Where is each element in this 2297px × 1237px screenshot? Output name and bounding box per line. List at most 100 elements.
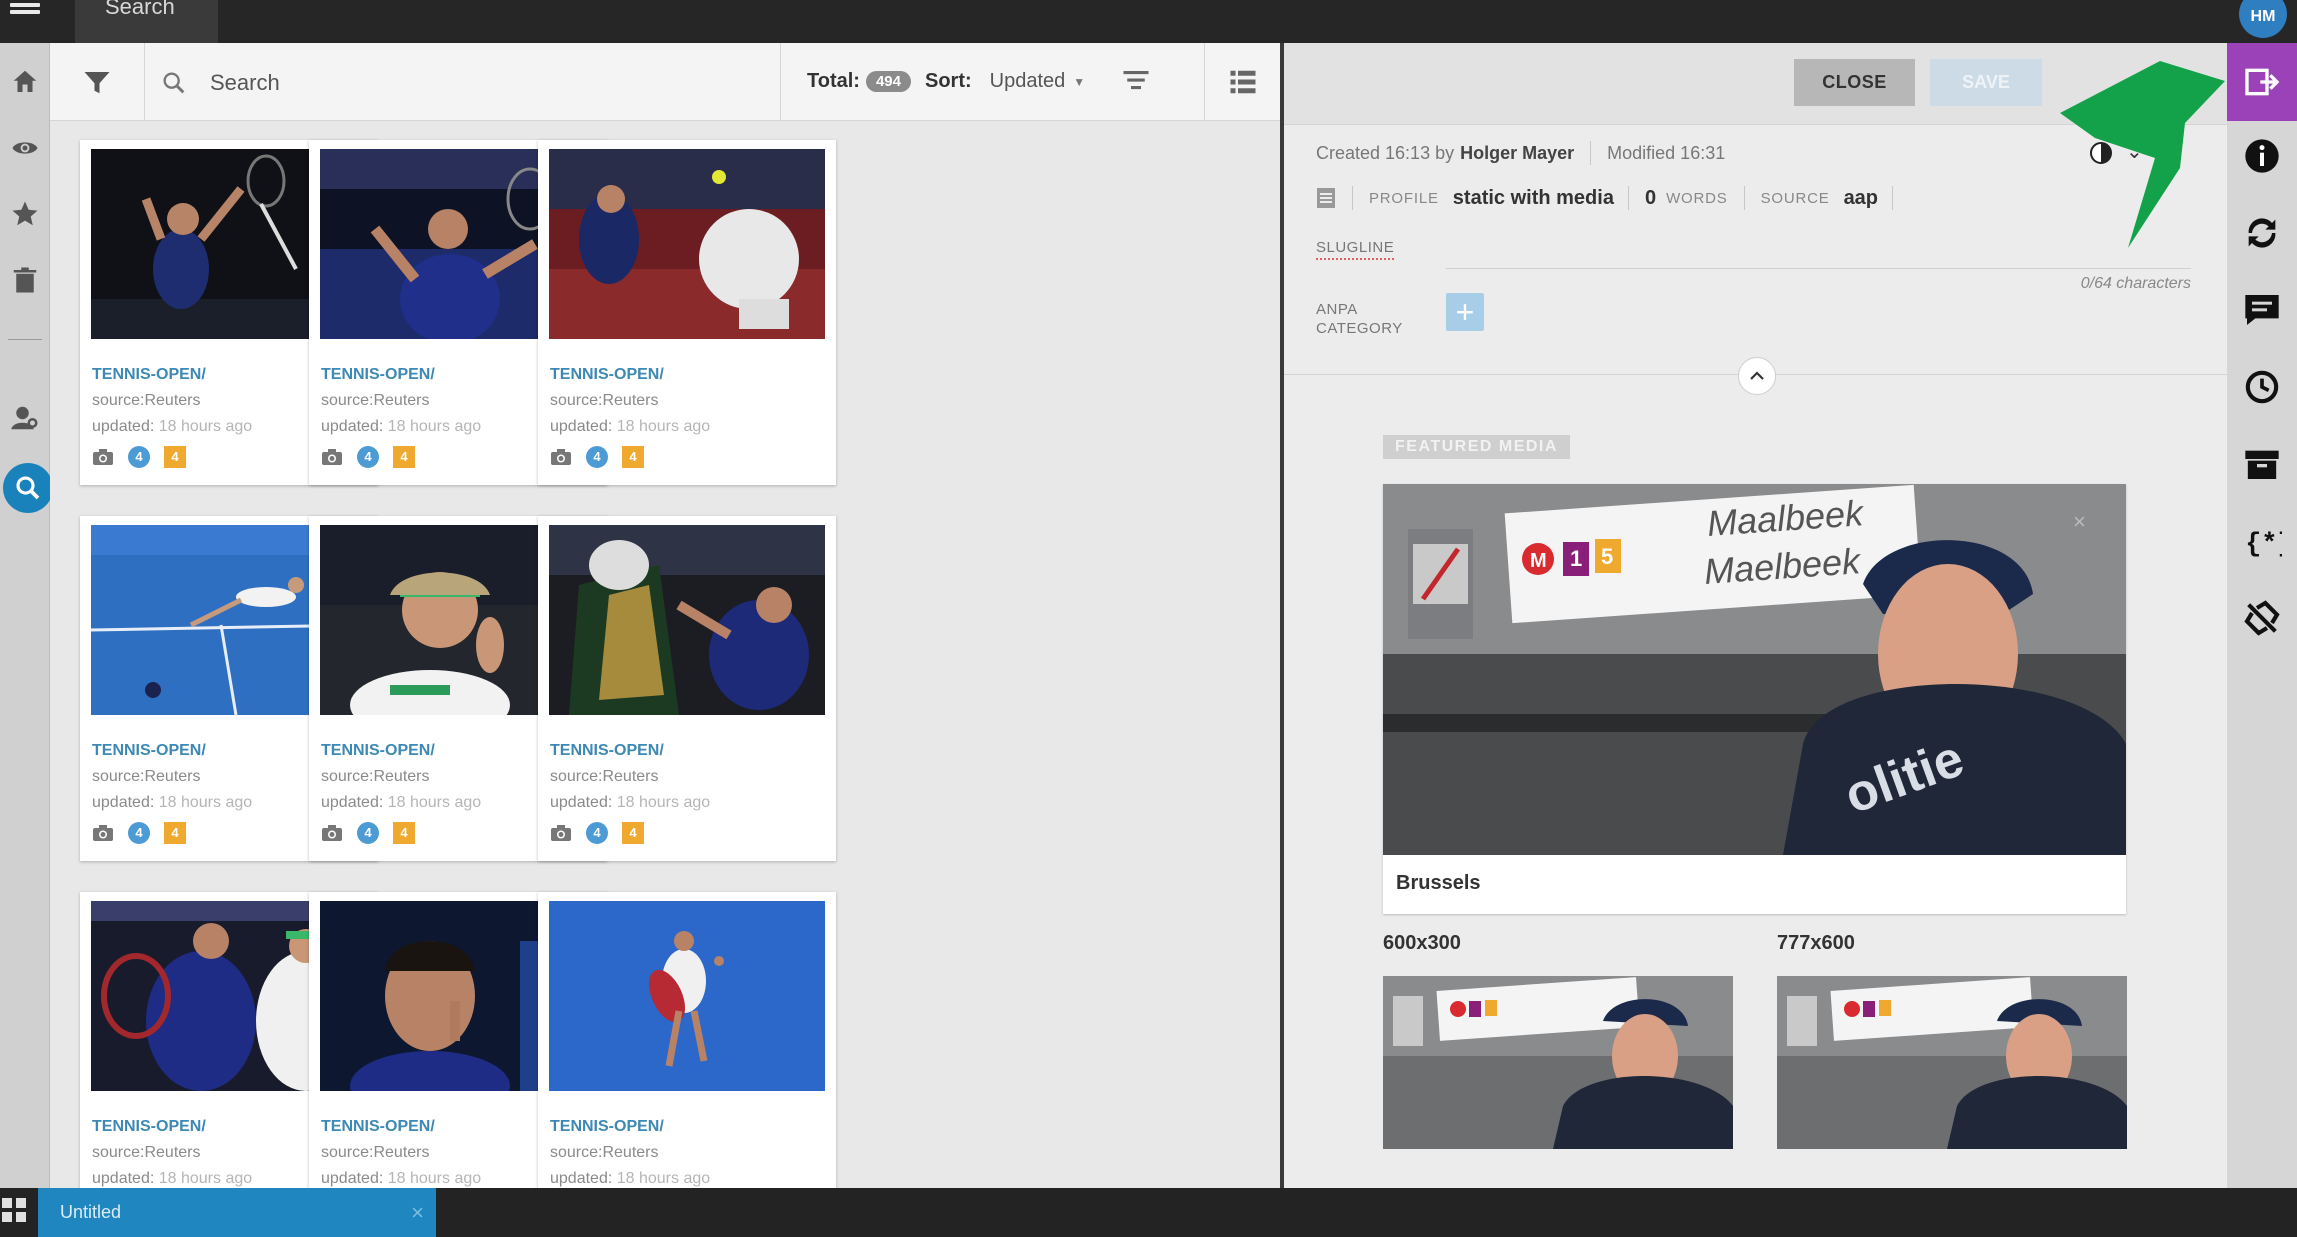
- chevron-down-icon[interactable]: ▼: [1073, 75, 1085, 89]
- sort-label: Sort:: [924, 70, 972, 92]
- camera-icon: [93, 449, 113, 465]
- created-by[interactable]: Holger Mayer: [1460, 143, 1574, 164]
- card-source: source:Reuters: [550, 1144, 659, 1161]
- card-slugline: TENNIS-OPEN/: [321, 366, 435, 383]
- updated-ago: 18 hours ago: [158, 418, 253, 435]
- priority-badge: 4: [393, 822, 415, 844]
- eye-icon[interactable]: [4, 127, 46, 169]
- card-source: source:Reuters: [321, 392, 430, 409]
- info-icon[interactable]: [2237, 131, 2287, 181]
- card-source: source:Reuters: [550, 392, 659, 409]
- hamburger-menu-icon[interactable]: [10, 0, 40, 20]
- save-button[interactable]: SAVE: [1930, 59, 2042, 106]
- home-icon[interactable]: [4, 61, 46, 103]
- bottom-bar: Untitled ×: [0, 1188, 2297, 1237]
- thumbnail-image: [549, 525, 825, 715]
- featured-media-card[interactable]: M 1 5 Maalbeek Maelbeek olitie × Brussel…: [1383, 484, 2126, 914]
- result-card[interactable]: TENNIS-OPEN/ source:Reuters updated: 18 …: [538, 516, 836, 861]
- search-input[interactable]: Search: [160, 63, 760, 103]
- updated-ago: 18 hours ago: [387, 794, 482, 811]
- separator: [1627, 186, 1629, 210]
- apps-grid-icon[interactable]: [2, 1198, 26, 1222]
- archive-icon[interactable]: [2237, 439, 2287, 489]
- card-slugline: TENNIS-OPEN/: [321, 1118, 435, 1135]
- priority-badge: 4: [393, 446, 415, 468]
- urgency-badge: 4: [357, 822, 379, 844]
- nav-separator: [8, 339, 42, 340]
- crop-image-777x600[interactable]: [1777, 976, 2127, 1149]
- profile-row: PROFILE static with media 0 WORDS SOURCE…: [1316, 186, 1909, 210]
- urgency-badge: 4: [357, 446, 379, 468]
- filter-button[interactable]: [50, 43, 145, 120]
- card-icons: 4 4: [321, 822, 415, 844]
- card-slugline: TENNIS-OPEN/: [92, 742, 206, 759]
- crop-image-600x300[interactable]: [1383, 976, 1733, 1149]
- updated-label: updated:: [550, 1170, 613, 1187]
- card-slugline: TENNIS-OPEN/: [321, 742, 435, 759]
- anpa-category-label: ANPA CATEGORY: [1316, 300, 1403, 338]
- camera-icon: [93, 825, 113, 841]
- updated-label: updated:: [92, 794, 155, 811]
- camera-icon: [322, 825, 342, 841]
- separator: [1892, 186, 1894, 210]
- search-nav-icon[interactable]: [3, 463, 53, 513]
- profile-label: PROFILE: [1369, 189, 1439, 207]
- trash-icon[interactable]: [4, 259, 46, 301]
- pointer-arrow-graphic: [2060, 61, 2225, 248]
- camera-icon: [551, 449, 571, 465]
- comments-icon[interactable]: [2237, 285, 2287, 335]
- card-updated: updated: 18 hours ago: [92, 794, 252, 812]
- urgency-badge: 4: [586, 822, 608, 844]
- priority-badge: 4: [622, 822, 644, 844]
- list-view-icon[interactable]: [1204, 43, 1281, 120]
- slugline-input[interactable]: [1446, 268, 2191, 269]
- filter-icon: [84, 71, 110, 93]
- updated-ago: 18 hours ago: [387, 418, 482, 435]
- result-card[interactable]: TENNIS-OPEN/ source:Reuters updated: 18 …: [538, 892, 836, 1188]
- svg-text:×: ×: [2073, 509, 2086, 534]
- user-avatar[interactable]: HM: [2239, 0, 2287, 38]
- updated-label: updated:: [92, 418, 155, 435]
- updated-ago: 18 hours ago: [616, 1170, 711, 1187]
- camera-icon: [322, 449, 342, 465]
- updated-label: updated:: [550, 418, 613, 435]
- close-tab-icon[interactable]: ×: [411, 1188, 424, 1237]
- collapse-header-button[interactable]: [1738, 357, 1776, 395]
- macros-icon[interactable]: {*}: [2237, 516, 2287, 566]
- updated-label: updated:: [550, 794, 613, 811]
- urgency-badge: 4: [128, 822, 150, 844]
- top-search-button[interactable]: Search: [75, 0, 218, 43]
- sort-order-icon[interactable]: [1116, 61, 1156, 101]
- profile-value[interactable]: static with media: [1453, 187, 1614, 210]
- character-count: 0/64 characters: [2080, 275, 2191, 292]
- card-slugline: TENNIS-OPEN/: [550, 1118, 664, 1135]
- card-icons: 4 4: [321, 446, 415, 468]
- crop-label-777x600: 777x600: [1777, 932, 1855, 954]
- svg-text:{*}: {*}: [2245, 530, 2282, 560]
- history-icon[interactable]: [2237, 362, 2287, 412]
- result-card[interactable]: TENNIS-OPEN/ source:Reuters updated: 18 …: [538, 140, 836, 485]
- station-sign-1: 1: [1570, 546, 1582, 571]
- close-button[interactable]: CLOSE: [1794, 59, 1915, 106]
- crop-label-600x300: 600x300: [1383, 932, 1461, 954]
- priority-badge: 4: [164, 822, 186, 844]
- search-results-grid: TENNIS-OPEN/ source:Reuters updated: 18 …: [50, 121, 1280, 1188]
- card-updated: updated: 18 hours ago: [550, 1170, 710, 1188]
- star-icon[interactable]: [4, 193, 46, 235]
- workspace-tab-untitled[interactable]: Untitled ×: [38, 1188, 436, 1237]
- source-value[interactable]: aap: [1844, 187, 1878, 210]
- card-updated: updated: 18 hours ago: [550, 418, 710, 436]
- search-toolbar: Search Total: 494 Sort: Updated ▼: [50, 43, 1280, 121]
- user-search-icon[interactable]: [4, 397, 46, 439]
- unlink-icon[interactable]: [2237, 593, 2287, 643]
- search-placeholder: Search: [210, 70, 280, 95]
- add-category-button[interactable]: +: [1446, 293, 1484, 331]
- sort-dropdown[interactable]: Updated: [990, 70, 1066, 93]
- anpa-label-line2: CATEGORY: [1316, 320, 1403, 337]
- thumbnail-image: [549, 901, 825, 1091]
- sync-icon[interactable]: [2237, 208, 2287, 258]
- featured-image: M 1 5 Maalbeek Maelbeek olitie ×: [1383, 484, 2126, 855]
- total-count-badge: 494: [865, 71, 911, 92]
- updated-ago: 18 hours ago: [616, 418, 711, 435]
- featured-caption: Brussels: [1396, 872, 1481, 894]
